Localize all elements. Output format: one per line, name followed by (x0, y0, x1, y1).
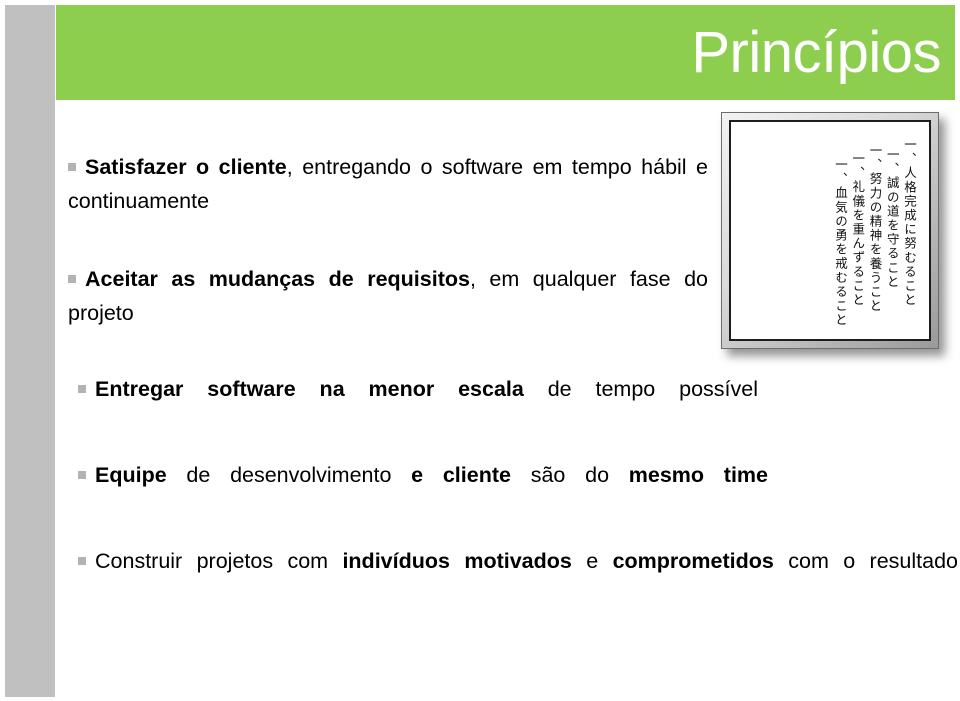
list-item-segment-1: Construir projetos com (95, 549, 343, 573)
list-item: Equipe de desenvolvimento e cliente são … (78, 458, 768, 526)
slide-canvas: Princípios 一、人格完成に努むること 一、誠の道を守ること 一、努力の… (0, 0, 960, 701)
dojo-kun-line-1: 一、人格完成に努むること (902, 138, 917, 308)
square-bullet-icon (68, 275, 76, 283)
dojo-kun-line-5: 一、血気の勇を戒むること (833, 158, 848, 328)
left-accent-bar (5, 5, 55, 697)
list-item-segment-5: mesmo time (628, 463, 768, 487)
square-bullet-icon (68, 163, 76, 171)
list-item: Satisfazer o cliente, entregando o softw… (68, 150, 708, 252)
picture-frame-inner: 一、人格完成に努むること 一、誠の道を守ること 一、努力の精神を養うこと 一、礼… (729, 120, 931, 341)
list-item-text: Satisfazer o cliente, entregando o softw… (68, 155, 708, 247)
list-item-text: Entregar software na menor escala de tem… (78, 377, 758, 435)
list-item-text: Equipe de desenvolvimento e cliente são … (78, 463, 768, 521)
list-item-text: Aceitar as mudanças de requisitos, em qu… (68, 267, 708, 359)
page-title: Princípios (691, 20, 941, 85)
title-band: Princípios (56, 5, 955, 100)
dojo-kun-picture-frame: 一、人格完成に努むること 一、誠の道を守ること 一、努力の精神を養うこと 一、礼… (721, 112, 939, 349)
list-item-rest: de tempo possível (523, 377, 758, 401)
list-item-bold-lead: Aceitar as mudanças de requisitos (85, 267, 470, 291)
list-item-segment-3: e (571, 549, 613, 573)
dojo-kun-line-2: 一、誠の道を守ること (884, 148, 900, 289)
square-bullet-icon (78, 385, 86, 393)
dojo-kun-line-3: 一、努力の精神を養うこと (867, 144, 883, 314)
dojo-kun-text-block: 一、人格完成に努むること 一、誠の道を守ること 一、努力の精神を養うこと 一、礼… (741, 132, 917, 331)
list-item: Aceitar as mudanças de requisitos, em qu… (68, 262, 708, 364)
list-item-segment-3: e cliente (411, 463, 511, 487)
slide-content: 一、人格完成に努むること 一、誠の道を守ること 一、努力の精神を養うこと 一、礼… (56, 100, 958, 697)
list-item: Entregar software na menor escala de tem… (78, 372, 758, 440)
list-item-bold-lead: Satisfazer o cliente (85, 155, 287, 179)
list-item-segment-2: indivíduos motivados (342, 549, 572, 573)
square-bullet-icon (78, 557, 86, 565)
list-item-segment-2: de desenvolvimento (166, 463, 412, 487)
dojo-kun-line-4: 一、礼儀を重んずること (850, 152, 866, 308)
list-item-segment-4: são do (510, 463, 629, 487)
list-item-segment-5: com o resultado (773, 549, 959, 573)
list-item: Construir projetos com indivíduos motiva… (78, 544, 958, 612)
list-item-segment-1: Equipe (95, 463, 167, 487)
square-bullet-icon (78, 471, 86, 479)
list-item-segment-4: comprometidos (612, 549, 774, 573)
list-item-bold-lead: Entregar software na menor escala (95, 377, 524, 401)
list-item-text: Construir projetos com indivíduos motiva… (78, 549, 958, 607)
